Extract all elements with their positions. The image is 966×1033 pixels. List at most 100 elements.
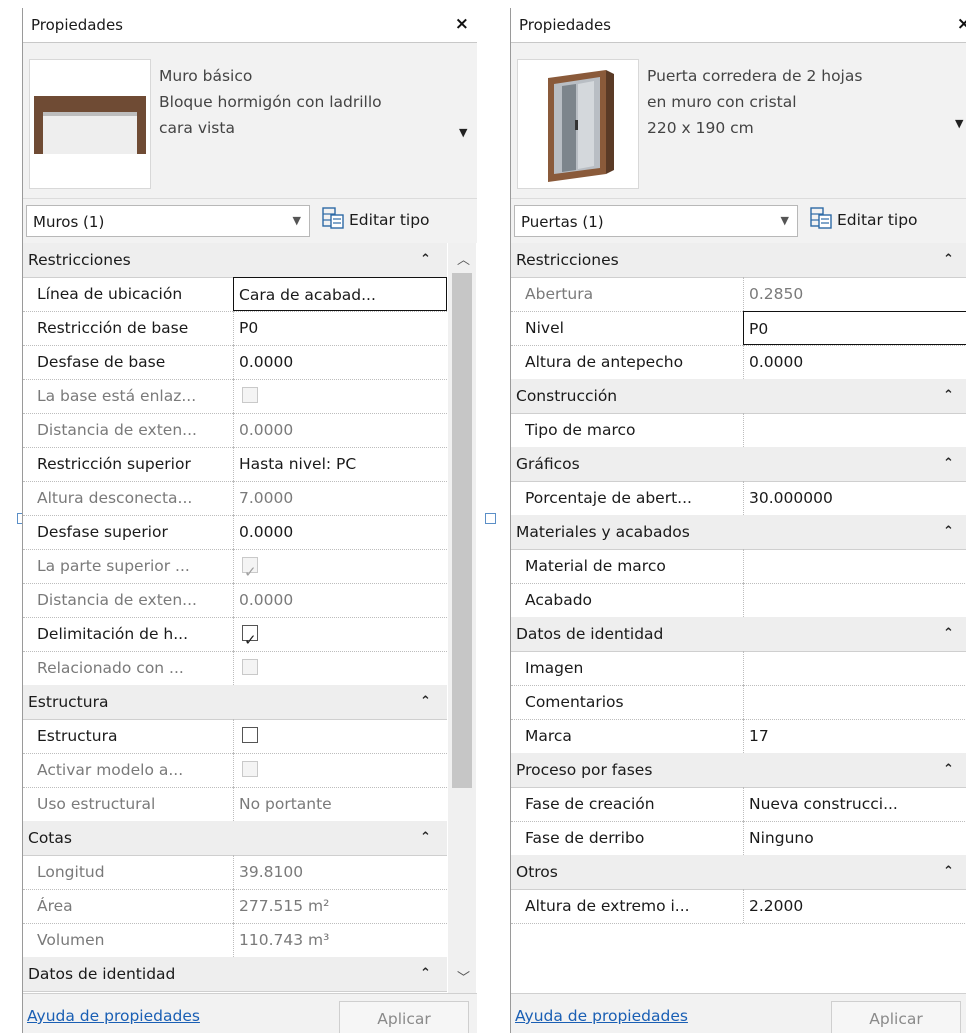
scrollbar-thumb[interactable] [452,273,472,788]
property-row[interactable]: Acabado [511,583,966,618]
edit-type-button[interactable]: Editar tipo [810,207,918,229]
collapse-up-icon[interactable]: ⌃ [943,379,954,413]
property-value[interactable]: Hasta nivel: PC [233,447,447,481]
property-row[interactable]: Desfase superior 0.0000 [23,515,447,550]
property-row[interactable]: Área 277.515 m² [23,889,447,924]
category-header[interactable]: Otros ⌃ [511,855,966,890]
property-value[interactable]: 0.0000 [743,345,966,379]
edit-type-button[interactable]: Editar tipo [322,207,430,229]
property-row[interactable]: Marca 17 [511,719,966,754]
chevron-down-icon[interactable]: ▼ [955,117,963,130]
property-label: Altura desconecta... [37,489,193,507]
category-header[interactable]: Proceso por fases ⌃ [511,753,966,788]
scroll-down-icon[interactable]: ﹀ [457,967,470,986]
chevron-down-icon[interactable]: ▼ [459,126,467,139]
category-header[interactable]: Construcción ⌃ [511,379,966,414]
category-header[interactable]: Cotas ⌃ [23,821,447,856]
property-row[interactable]: Restricción de base P0 [23,311,447,346]
checkbox[interactable] [242,623,258,651]
type-selector[interactable]: Muro básico Bloque hormigón con ladrillo… [23,43,477,198]
collapse-up-icon[interactable]: ⌃ [943,243,954,277]
type-selector[interactable]: Puerta corredera de 2 hojas en muro con … [511,43,966,198]
apply-button[interactable]: Aplicar [831,1001,961,1033]
collapse-up-icon[interactable]: ⌃ [420,685,431,719]
property-row[interactable]: Relacionado con ... [23,651,447,686]
property-row[interactable]: Desfase de base 0.0000 [23,345,447,380]
property-row[interactable]: Porcentaje de abert... 30.000000 [511,481,966,516]
property-value[interactable]: 30.000000 [743,481,966,515]
apply-button[interactable]: Aplicar [339,1001,469,1033]
property-value[interactable]: P0 [743,311,966,345]
close-icon[interactable]: × [957,14,966,34]
collapse-up-icon[interactable]: ⌃ [943,515,954,549]
property-row[interactable]: Longitud 39.8100 [23,855,447,890]
property-row[interactable]: Tipo de marco [511,413,966,448]
property-row[interactable]: Comentarios [511,685,966,720]
property-row[interactable]: Distancia de exten... 0.0000 [23,583,447,618]
category-filter-select[interactable]: Muros (1) ▼ [26,205,310,237]
property-value[interactable] [233,719,447,753]
collapse-up-icon[interactable]: ⌃ [943,753,954,787]
property-row[interactable]: Volumen 110.743 m³ [23,923,447,958]
property-row[interactable]: Nivel P0 [511,311,966,346]
property-value[interactable] [743,651,966,685]
collapse-up-icon[interactable]: ⌃ [943,617,954,651]
category-label: Construcción [516,387,618,405]
property-row[interactable]: Delimitación de h... [23,617,447,652]
category-header[interactable]: Datos de identidad ⌃ [23,957,447,992]
property-value[interactable]: Ninguno [743,821,966,855]
property-value[interactable] [743,549,966,583]
category-label: Datos de identidad [28,965,176,983]
property-row[interactable]: Restricción superior Hasta nivel: PC [23,447,447,482]
category-header[interactable]: Restricciones ⌃ [511,243,966,278]
scroll-up-icon[interactable]: ︿ [457,249,470,268]
property-row[interactable]: Abertura 0.2850 [511,277,966,312]
category-header[interactable]: Gráficos ⌃ [511,447,966,482]
property-row[interactable]: Uso estructural No portante [23,787,447,822]
close-icon[interactable]: × [455,14,469,34]
property-row[interactable]: Altura de extremo i... 2.2000 [511,889,966,924]
collapse-up-icon[interactable]: ⌃ [420,821,431,855]
property-row[interactable]: Línea de ubicación Cara de acabad... [23,277,447,312]
property-value[interactable]: 0.0000 [233,515,447,549]
property-row[interactable]: Altura desconecta... 7.0000 [23,481,447,516]
property-row[interactable]: Altura de antepecho 0.0000 [511,345,966,380]
property-value[interactable]: 2.2000 [743,889,966,923]
property-value[interactable] [233,617,447,651]
property-value[interactable]: 0.0000 [233,345,447,379]
property-row[interactable]: Material de marco [511,549,966,584]
help-link[interactable]: Ayuda de propiedades [515,1007,688,1025]
property-row[interactable]: Activar modelo a... [23,753,447,788]
collapse-up-icon[interactable]: ⌃ [420,957,431,991]
property-value[interactable]: P0 [233,311,447,345]
property-label: La base está enlaz... [37,387,197,405]
category-header[interactable]: Restricciones ⌃ [23,243,447,278]
scrollbar[interactable]: ︿ ﹀ [448,243,476,993]
property-row[interactable]: Imagen [511,651,966,686]
resize-grip-handle[interactable] [485,513,496,524]
category-filter-select[interactable]: Puertas (1) ▼ [514,205,798,237]
checkbox[interactable] [242,727,258,743]
property-row[interactable]: La parte superior ... [23,549,447,584]
category-header[interactable]: Estructura ⌃ [23,685,447,720]
property-row[interactable]: Estructura [23,719,447,754]
filter-row: Puertas (1) ▼ Editar tipo [511,198,966,243]
property-value[interactable] [743,413,966,447]
collapse-up-icon[interactable]: ⌃ [943,447,954,481]
collapse-up-icon[interactable]: ⌃ [943,855,954,889]
property-value[interactable]: Cara de acabad... [233,277,447,311]
property-value[interactable] [743,685,966,719]
property-label: Área [37,897,73,915]
property-row[interactable]: Distancia de exten... 0.0000 [23,413,447,448]
category-header[interactable]: Materiales y acabados ⌃ [511,515,966,550]
property-value[interactable]: Nueva construcci... [743,787,966,821]
property-value[interactable] [743,583,966,617]
edit-type-icon [322,207,344,229]
category-header[interactable]: Datos de identidad ⌃ [511,617,966,652]
property-value[interactable]: 17 [743,719,966,753]
property-row[interactable]: Fase de derribo Ninguno [511,821,966,856]
property-row[interactable]: La base está enlaz... [23,379,447,414]
collapse-up-icon[interactable]: ⌃ [420,243,431,277]
help-link[interactable]: Ayuda de propiedades [27,1007,200,1025]
property-row[interactable]: Fase de creación Nueva construcci... [511,787,966,822]
